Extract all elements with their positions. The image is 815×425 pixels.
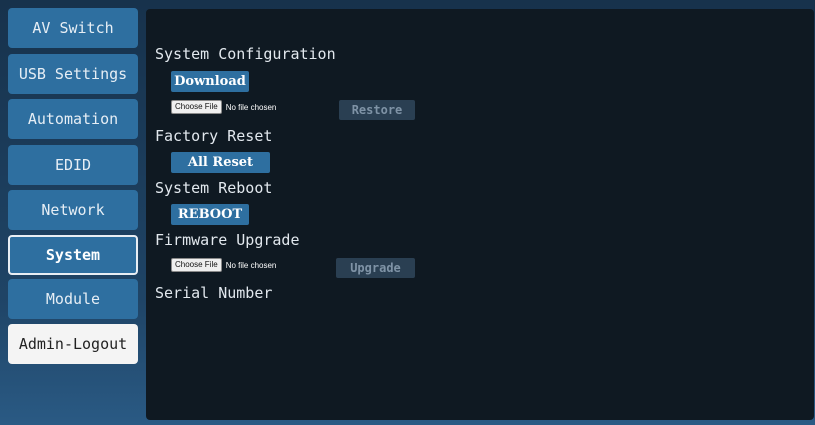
firmware-upgrade-heading: Firmware Upgrade bbox=[155, 231, 300, 249]
firmware-no-file-text: No file chosen bbox=[225, 260, 277, 270]
firmware-choose-file-button[interactable]: Choose File bbox=[171, 258, 222, 272]
serial-number-heading: Serial Number bbox=[155, 284, 273, 302]
firmware-file-picker: Choose File No file chosen bbox=[171, 258, 276, 272]
system-configuration-heading: System Configuration bbox=[155, 45, 336, 63]
download-button[interactable]: Download bbox=[171, 71, 249, 92]
system-panel: System Configuration Download Choose Fil… bbox=[146, 9, 814, 420]
nav-edid[interactable]: EDID bbox=[8, 145, 138, 185]
factory-reset-heading: Factory Reset bbox=[155, 127, 273, 145]
nav-module[interactable]: Module bbox=[8, 279, 138, 319]
system-reboot-heading: System Reboot bbox=[155, 179, 273, 197]
config-choose-file-button[interactable]: Choose File bbox=[171, 100, 222, 114]
app-frame: AV Switch USB Settings Automation EDID N… bbox=[0, 0, 815, 425]
nav-automation[interactable]: Automation bbox=[8, 99, 138, 139]
reboot-button[interactable]: REBOOT bbox=[171, 204, 249, 225]
all-reset-button[interactable]: All Reset bbox=[171, 152, 270, 173]
upgrade-button[interactable]: Upgrade bbox=[336, 258, 415, 278]
nav-admin-logout[interactable]: Admin-Logout bbox=[8, 324, 138, 364]
config-no-file-text: No file chosen bbox=[225, 102, 277, 112]
nav-usb-settings[interactable]: USB Settings bbox=[8, 54, 138, 94]
nav-network[interactable]: Network bbox=[8, 190, 138, 230]
sidebar: AV Switch USB Settings Automation EDID N… bbox=[0, 0, 146, 425]
restore-button[interactable]: Restore bbox=[339, 100, 415, 120]
nav-system[interactable]: System bbox=[8, 235, 138, 275]
config-file-picker: Choose File No file chosen bbox=[171, 100, 276, 114]
nav-av-switch[interactable]: AV Switch bbox=[8, 8, 138, 48]
